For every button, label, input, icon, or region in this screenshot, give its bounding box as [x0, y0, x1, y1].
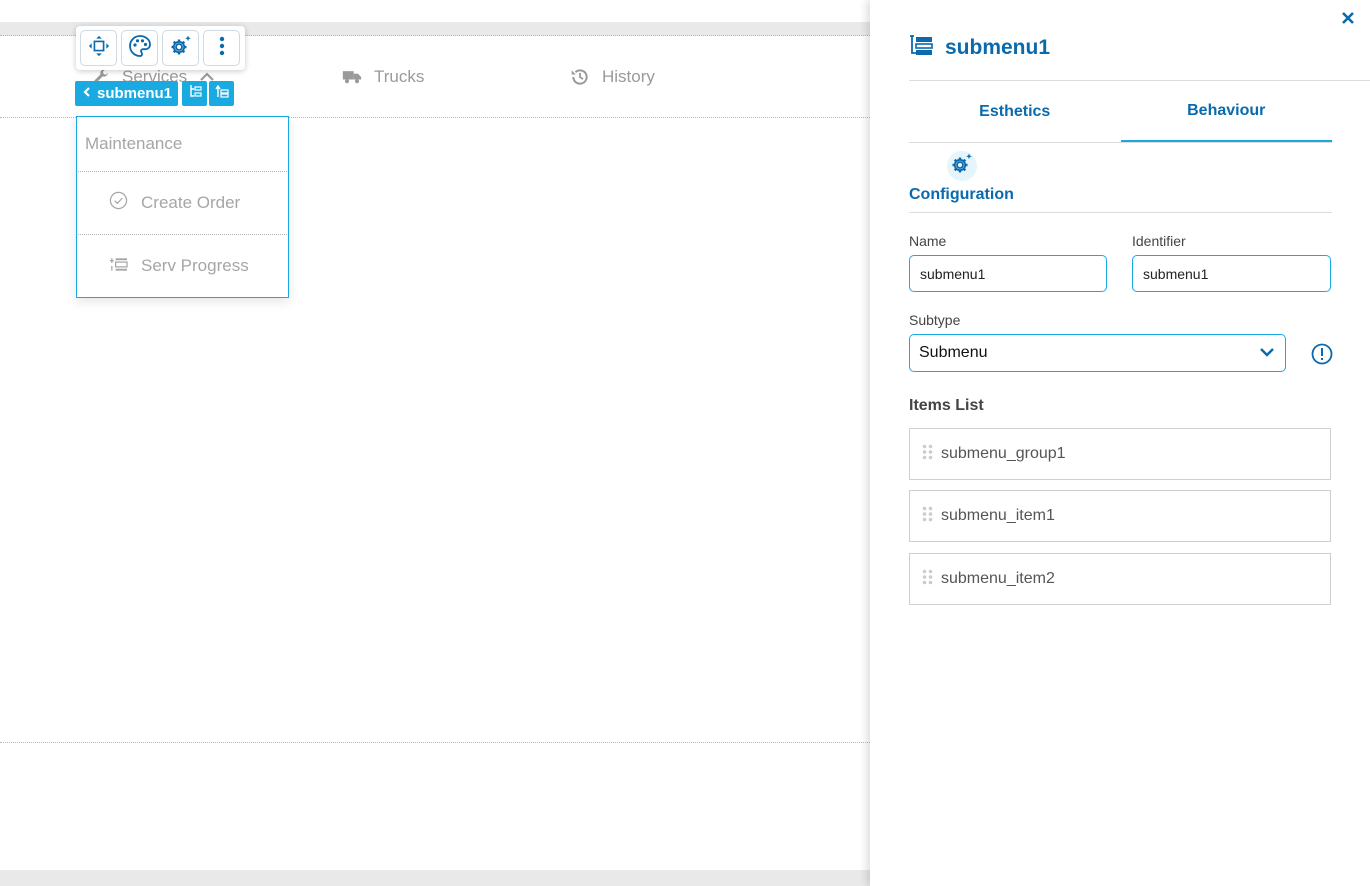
list-item-label: submenu_group1	[941, 445, 1066, 462]
chevron-down-icon	[1259, 344, 1275, 362]
list-item[interactable]: submenu_item1	[909, 490, 1331, 542]
submenu-dropdown[interactable]: Maintenance Create Order Serv Progress	[76, 116, 289, 298]
drag-handle-icon[interactable]	[922, 569, 933, 590]
panel-title: submenu1	[945, 35, 1051, 59]
list-progress-icon	[109, 256, 128, 277]
settings-gear-icon	[950, 152, 974, 181]
name-label: Name	[909, 233, 947, 249]
close-panel-button[interactable]	[1340, 10, 1356, 26]
info-icon	[1311, 343, 1333, 369]
history-icon	[570, 67, 590, 87]
section-divider	[909, 212, 1332, 213]
drag-handle-icon[interactable]	[922, 444, 933, 465]
tab-behaviour[interactable]: Behaviour	[1120, 81, 1332, 142]
properties-panel: submenu1 Esthetics Behaviour Configurati…	[870, 0, 1370, 886]
nav-label: History	[602, 67, 655, 86]
panel-header: submenu1	[909, 34, 1050, 61]
move-button[interactable]	[80, 30, 117, 66]
palette-icon	[128, 34, 152, 63]
configuration-section-icon-wrap	[947, 151, 977, 181]
move-icon	[88, 35, 110, 62]
design-canvas[interactable]: Services Trucks History Maintenance Crea…	[0, 0, 870, 886]
group-label: Maintenance	[85, 134, 183, 153]
list-item[interactable]: submenu_item2	[909, 553, 1331, 605]
submenu-item-create-order[interactable]: Create Order	[78, 172, 287, 235]
chevron-left-icon	[83, 85, 91, 102]
subtype-value: Submenu	[919, 344, 988, 361]
submenu-component-icon	[909, 34, 933, 61]
truck-icon	[342, 69, 362, 85]
submenu-group-maintenance[interactable]: Maintenance	[78, 117, 287, 172]
identifier-input[interactable]	[1132, 255, 1331, 292]
subtype-info-button[interactable]	[1311, 343, 1333, 365]
select-parent-button[interactable]	[209, 81, 234, 106]
tree-parent-icon	[214, 84, 229, 103]
nav-item-history[interactable]: History	[570, 66, 655, 88]
item-label: Create Order	[141, 193, 241, 212]
name-input[interactable]	[909, 255, 1107, 292]
list-item[interactable]: submenu_group1	[909, 428, 1331, 480]
nav-label: Trucks	[374, 67, 425, 86]
subtype-label: Subtype	[909, 312, 961, 328]
style-button[interactable]	[121, 30, 158, 66]
selection-tag[interactable]: submenu1	[75, 81, 179, 106]
behaviour-button[interactable]	[162, 30, 199, 66]
items-list-title: Items List	[909, 397, 984, 414]
more-vertical-icon	[219, 36, 225, 61]
subtype-select[interactable]: Submenu	[909, 334, 1286, 372]
submenu-item-serv-progress[interactable]: Serv Progress	[78, 235, 287, 297]
list-item-label: submenu_item2	[941, 570, 1055, 587]
item-label: Serv Progress	[141, 256, 249, 275]
selection-tag-label: submenu1	[97, 85, 173, 102]
select-child-button[interactable]	[182, 81, 207, 106]
close-icon	[1340, 12, 1356, 30]
canvas-bottom-bar	[0, 870, 870, 886]
identifier-label: Identifier	[1132, 233, 1186, 249]
drag-handle-icon[interactable]	[922, 506, 933, 527]
section-title: Configuration	[909, 186, 1014, 203]
panel-tabs: Esthetics Behaviour	[909, 81, 1332, 143]
tree-child-icon	[188, 84, 202, 103]
nav-item-trucks[interactable]: Trucks	[342, 66, 424, 88]
check-circle-icon	[109, 191, 128, 215]
tab-esthetics[interactable]: Esthetics	[909, 81, 1121, 142]
settings-gear-icon	[169, 34, 193, 63]
list-item-label: submenu_item1	[941, 507, 1055, 524]
more-options-button[interactable]	[203, 30, 240, 66]
element-toolbar	[76, 26, 245, 70]
content-divider	[0, 742, 870, 743]
